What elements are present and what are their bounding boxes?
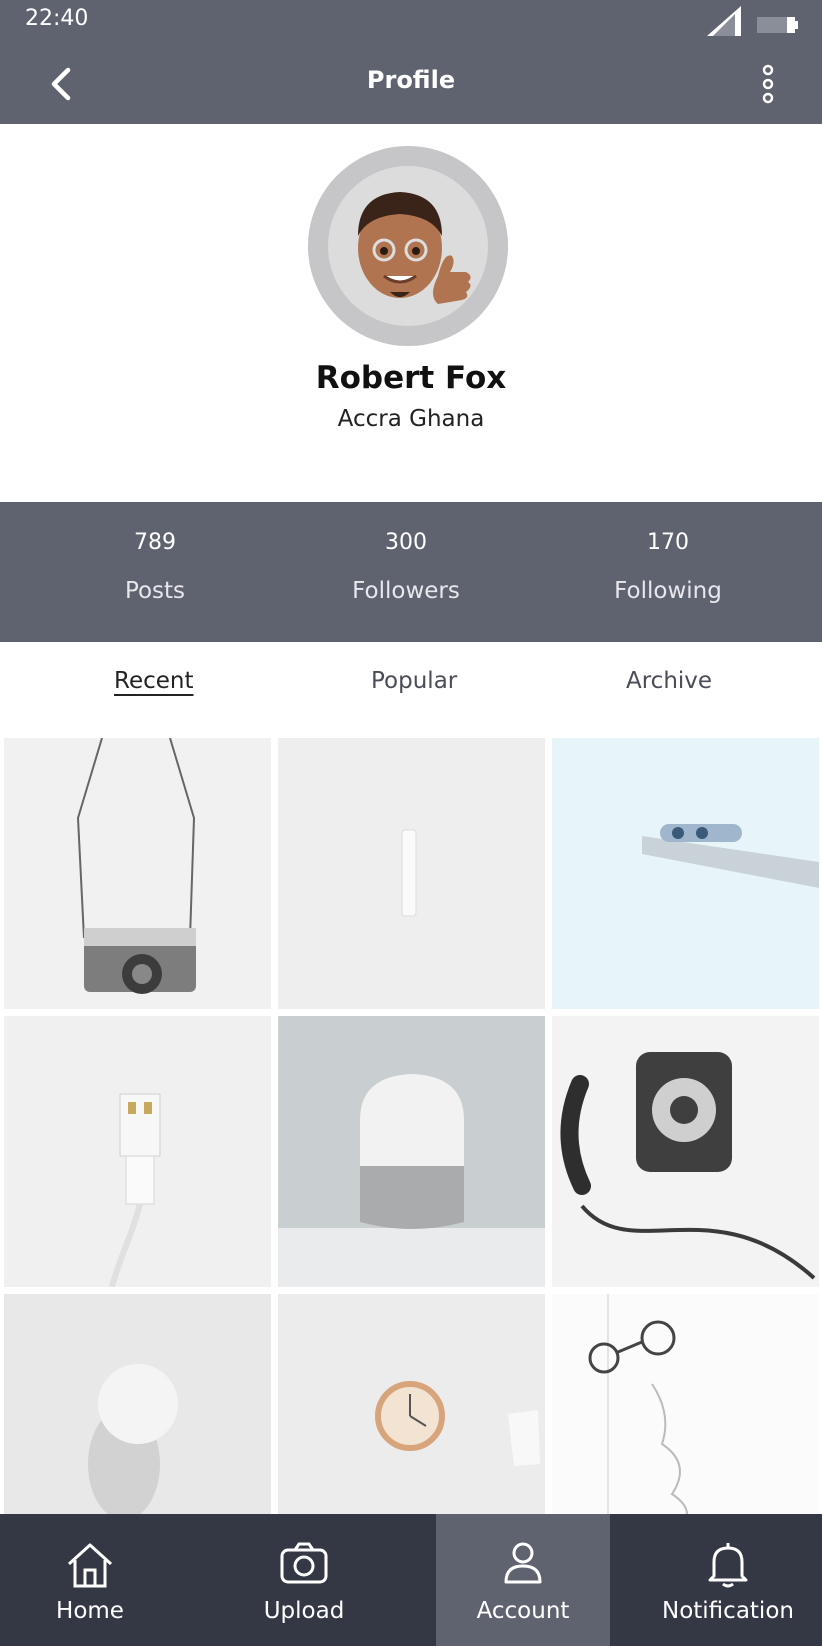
stat-label: Posts xyxy=(124,578,186,604)
status-bar: 22:40 xyxy=(0,0,822,36)
photo-tile-glasses-note[interactable] xyxy=(552,1294,819,1514)
signal-icon xyxy=(707,6,741,36)
photo-grid xyxy=(0,738,822,1514)
memoji-image xyxy=(358,192,471,304)
battery-icon xyxy=(757,17,798,33)
stat-label: Following xyxy=(614,578,722,604)
bottom-navigation: Home Upload Account Notification xyxy=(0,1514,822,1646)
avatar[interactable] xyxy=(308,146,508,346)
nav-item-account[interactable]: Account xyxy=(436,1514,610,1646)
stat-value: 789 xyxy=(134,530,176,555)
nav-item-home[interactable]: Home xyxy=(0,1514,180,1646)
nav-label: Account xyxy=(476,1598,570,1624)
photo-tile-cassette[interactable] xyxy=(278,738,545,1009)
photo-tile-phone[interactable] xyxy=(552,738,819,1009)
photo-tile-rotary-phone[interactable] xyxy=(552,1016,819,1287)
photo-tile-clock[interactable] xyxy=(278,1294,545,1514)
home-icon xyxy=(67,1543,113,1588)
profile-location: Accra Ghana xyxy=(337,406,485,432)
stat-label: Followers xyxy=(352,578,460,604)
more-vertical-icon[interactable] xyxy=(758,64,778,104)
nav-item-notification[interactable]: Notification xyxy=(640,1514,816,1646)
tab-recent[interactable]: Recent xyxy=(114,668,194,694)
profile-header: Robert Fox Accra Ghana xyxy=(0,124,822,502)
app-bar: Profile xyxy=(0,36,822,124)
photo-tile-ball[interactable] xyxy=(4,1294,271,1514)
stat-value: 300 xyxy=(385,530,427,555)
photo-tile-camera[interactable] xyxy=(4,738,271,1009)
nav-label: Notification xyxy=(662,1598,794,1624)
stat-value: 170 xyxy=(647,530,689,555)
nav-item-upload[interactable]: Upload xyxy=(214,1514,394,1646)
bell-icon xyxy=(708,1543,748,1588)
stats-bar: 789 Posts 300 Followers 170 Following xyxy=(0,502,822,642)
profile-name: Robert Fox xyxy=(315,360,507,396)
nav-label: Home xyxy=(56,1598,124,1624)
tab-popular[interactable]: Popular xyxy=(371,668,457,694)
status-time: 22:40 xyxy=(25,6,89,31)
tab-archive[interactable]: Archive xyxy=(626,668,712,694)
page-title: Profile xyxy=(366,66,456,94)
photo-tile-usb-cable[interactable] xyxy=(4,1016,271,1287)
camera-icon xyxy=(280,1542,328,1584)
content-tabs: Recent Popular Archive xyxy=(0,642,822,738)
user-icon xyxy=(504,1542,542,1584)
nav-label: Upload xyxy=(263,1598,345,1624)
photo-tile-smart-speaker[interactable] xyxy=(278,1016,545,1287)
